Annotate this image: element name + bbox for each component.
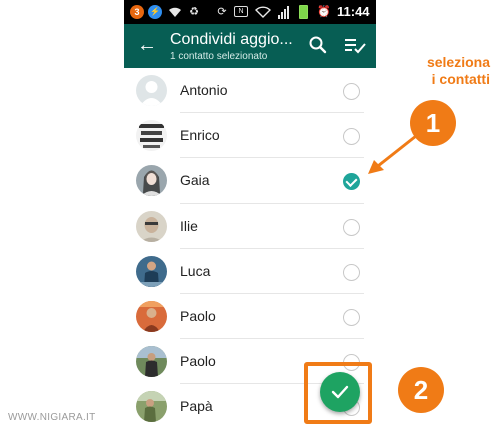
nfc-icon: N (234, 6, 248, 17)
photo-avatar (136, 120, 167, 152)
contact-checkbox[interactable] (343, 173, 360, 191)
annotation-label: seleziona i contatti (386, 54, 490, 88)
status-time: 11:44 (337, 4, 370, 19)
default-avatar (136, 75, 167, 106)
wifi-icon (168, 5, 182, 19)
arrow-left-icon[interactable]: ← (136, 34, 158, 56)
wifi-signal-icon (255, 5, 271, 19)
contact-checkbox[interactable] (343, 83, 360, 100)
fab-highlight-frame (304, 362, 372, 424)
contact-row[interactable]: Ilie (124, 204, 376, 249)
step-1-badge: 1 (410, 100, 456, 146)
contact-row[interactable]: Luca (124, 249, 376, 294)
photo-avatar (136, 391, 167, 423)
notification-badge-icon: 3 (130, 5, 144, 19)
status-bar: 3 ⚡ ♻ ⟳ N ⏰ 11:44 (124, 0, 376, 24)
watermark: WWW.NIGIARA.IT (8, 412, 96, 423)
photo-avatar (136, 210, 167, 242)
contact-name: Paolo (180, 353, 216, 370)
photo-avatar (136, 346, 167, 378)
photo-avatar (136, 165, 167, 197)
contact-name: Enrico (180, 127, 220, 144)
cell-signal-icon (277, 5, 291, 19)
contact-row[interactable]: Gaia (124, 158, 376, 204)
contact-checkbox[interactable] (343, 128, 360, 146)
contact-row[interactable]: Antonio (124, 68, 376, 114)
photo-avatar (136, 300, 167, 332)
contact-name: Ilie (180, 217, 198, 234)
app-bar: ← Condividi aggio... 1 contatto selezion… (124, 24, 376, 68)
page-subtitle: 1 contatto selezionato (170, 51, 268, 62)
contact-row[interactable]: Enrico (124, 113, 376, 159)
search-icon[interactable] (308, 35, 328, 55)
step-2-badge: 2 (398, 367, 444, 413)
contact-name: Gaia (180, 172, 210, 189)
contact-name: Papà (180, 398, 213, 415)
annotation-label-line2: i contatti (431, 71, 490, 87)
annotation-label-line1: seleziona (426, 54, 490, 70)
contact-name: Antonio (180, 82, 228, 98)
sync-icon: ⟳ (217, 6, 227, 18)
contact-name: Luca (180, 262, 211, 279)
contact-name: Paolo (180, 307, 216, 324)
select-all-icon[interactable] (344, 36, 366, 54)
battery-icon (299, 5, 308, 19)
photo-avatar (136, 255, 167, 287)
contact-checkbox[interactable] (343, 263, 360, 281)
contact-checkbox[interactable] (343, 308, 360, 326)
messenger-icon: ⚡ (148, 5, 162, 19)
contact-checkbox[interactable] (343, 218, 360, 236)
page-title: Condividi aggio... (170, 31, 293, 48)
recycle-icon: ♻ (189, 6, 199, 18)
alarm-icon: ⏰ (317, 6, 331, 18)
contact-row[interactable]: Paolo (124, 294, 376, 340)
